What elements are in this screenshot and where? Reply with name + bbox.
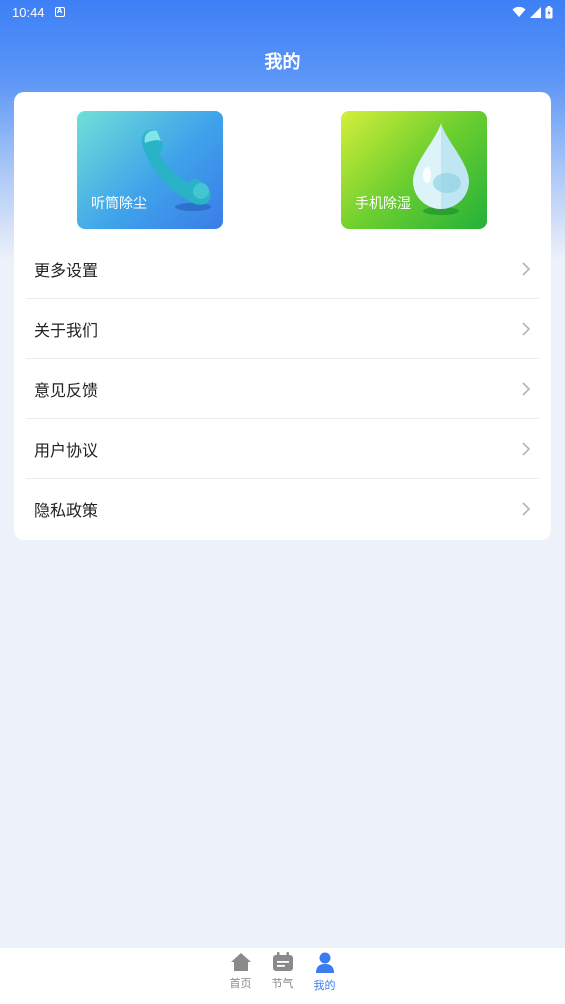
tab-label: 节气 xyxy=(271,977,294,990)
menu-item-user-agreement[interactable]: 用户协议 xyxy=(26,419,539,479)
home-icon xyxy=(230,953,251,971)
tab-label: 我的 xyxy=(313,979,336,992)
menu-item-label: 关于我们 xyxy=(34,320,99,340)
main-card: 听筒除尘 手机除湿 更多设置 关于我们 意见反馈 用户协议 隐私政策 xyxy=(14,92,551,540)
menu-item-label: 意见反馈 xyxy=(34,380,99,400)
wifi-icon xyxy=(512,6,526,17)
notification-icon: A xyxy=(54,7,65,17)
menu-item-about-us[interactable]: 关于我们 xyxy=(26,299,539,359)
menu-item-label: 更多设置 xyxy=(34,260,99,280)
page-title: 我的 xyxy=(264,52,301,73)
settings-menu: 更多设置 关于我们 意见反馈 用户协议 隐私政策 xyxy=(26,239,539,539)
tab-label: 首页 xyxy=(229,977,252,990)
menu-item-label: 隐私政策 xyxy=(34,501,99,520)
chevron-right-icon xyxy=(522,261,531,276)
calendar-icon xyxy=(272,952,293,971)
chevron-right-icon xyxy=(522,441,531,456)
user-icon xyxy=(315,952,334,973)
phone-dehumidify-tile[interactable]: 手机除湿 xyxy=(341,111,487,229)
menu-item-label: 用户协议 xyxy=(34,440,99,460)
menu-item-privacy-policy[interactable]: 隐私政策 xyxy=(26,479,539,539)
water-drop-icon xyxy=(413,123,469,215)
signal-icon xyxy=(530,6,541,18)
bottom-tab-bar: 首页 节气 我的 xyxy=(0,947,565,1004)
menu-item-more-settings[interactable]: 更多设置 xyxy=(26,239,539,299)
status-icons xyxy=(512,5,553,19)
status-time: 10:44 xyxy=(12,4,45,20)
chevron-right-icon xyxy=(522,321,531,336)
menu-item-feedback[interactable]: 意见反馈 xyxy=(26,359,539,419)
battery-icon xyxy=(545,5,553,18)
tab-solar-terms[interactable]: 节气 xyxy=(271,948,295,1004)
tile-label: 听筒除尘 xyxy=(91,196,147,212)
chevron-right-icon xyxy=(522,502,531,516)
chevron-right-icon xyxy=(522,381,531,396)
tab-home[interactable]: 首页 xyxy=(229,948,253,1004)
tile-label: 手机除湿 xyxy=(355,196,411,212)
status-bar: 10:44 A xyxy=(0,0,565,24)
tab-mine[interactable]: 我的 xyxy=(313,948,337,1004)
earpiece-cleaning-tile[interactable]: 听筒除尘 xyxy=(77,111,223,229)
